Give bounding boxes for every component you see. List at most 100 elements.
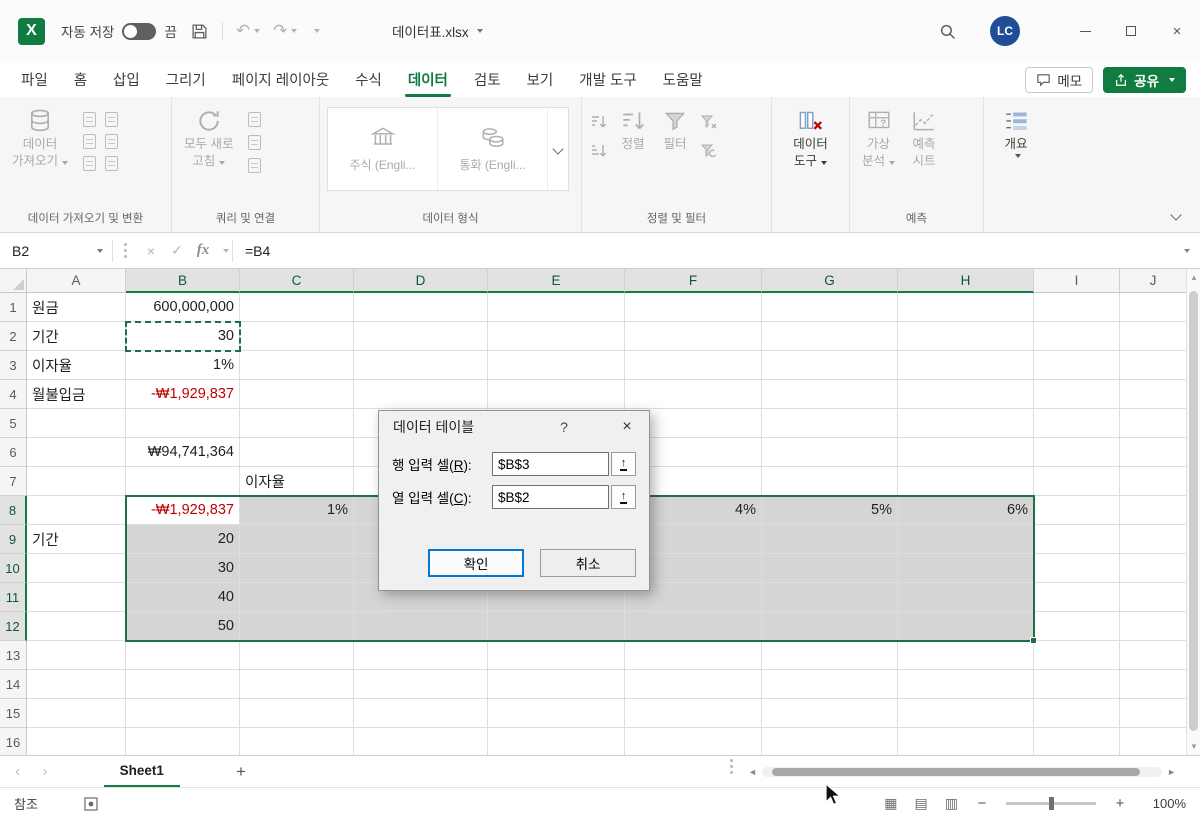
previous-sheet-arrow[interactable]: ‹ [15, 763, 20, 781]
cell-g8[interactable]: 5% [762, 496, 898, 525]
cell-d12[interactable] [354, 612, 488, 641]
cell-h16[interactable] [898, 728, 1034, 755]
sheet-tab-sheet1[interactable]: Sheet1 [103, 756, 180, 787]
cell-a8[interactable] [27, 496, 126, 525]
column-header-d[interactable]: D [354, 269, 488, 293]
cell-g15[interactable] [762, 699, 898, 728]
cell-i4[interactable] [1034, 380, 1120, 409]
cell-f1[interactable] [625, 293, 762, 322]
cell-j8[interactable] [1120, 496, 1186, 525]
cell-h14[interactable] [898, 670, 1034, 699]
cell-j3[interactable] [1120, 351, 1186, 380]
cell-a7[interactable] [27, 467, 126, 496]
row-header-10[interactable]: 10 [0, 554, 27, 583]
cell-h7[interactable] [898, 467, 1034, 496]
cell-b11[interactable]: 40 [126, 583, 240, 612]
horizontal-scrollbar[interactable]: ◄ ► [748, 766, 1176, 777]
cell-a5[interactable] [27, 409, 126, 438]
filter-button[interactable]: 필터 [657, 103, 693, 156]
row-header-3[interactable]: 3 [0, 351, 27, 380]
avatar[interactable]: LC [990, 16, 1020, 46]
cell-h11[interactable] [898, 583, 1034, 612]
cell-i6[interactable] [1034, 438, 1120, 467]
dialog-help-button[interactable]: ? [549, 411, 579, 443]
column-header-c[interactable]: C [240, 269, 354, 293]
cell-c16[interactable] [240, 728, 354, 755]
cell-i13[interactable] [1034, 641, 1120, 670]
dialog-close-button[interactable]: × [605, 411, 649, 443]
cell-g12[interactable] [762, 612, 898, 641]
cell-f16[interactable] [625, 728, 762, 755]
ribbon-tab-developer[interactable]: 개발 도구 [566, 62, 649, 97]
cell-a3[interactable]: 이자율 [27, 351, 126, 380]
cell-b3[interactable]: 1% [126, 351, 240, 380]
row-input-cell-field[interactable] [492, 452, 609, 476]
cell-b2[interactable]: 30 [126, 322, 240, 351]
zoom-slider-thumb[interactable] [1049, 797, 1054, 810]
zoom-out-button[interactable]: − [975, 795, 989, 812]
cell-g16[interactable] [762, 728, 898, 755]
row-header-15[interactable]: 15 [0, 699, 27, 728]
cell-a16[interactable] [27, 728, 126, 755]
cell-d1[interactable] [354, 293, 488, 322]
row-header-2[interactable]: 2 [0, 322, 27, 351]
next-sheet-arrow[interactable]: › [42, 763, 47, 781]
cell-c1[interactable] [240, 293, 354, 322]
confirm-entry-button[interactable]: ✓ [164, 233, 190, 268]
cell-f13[interactable] [625, 641, 762, 670]
cell-j12[interactable] [1120, 612, 1186, 641]
cell-g4[interactable] [762, 380, 898, 409]
cell-c7[interactable]: 이자율 [240, 467, 354, 496]
row-header-6[interactable]: 6 [0, 438, 27, 467]
function-dropdown-button[interactable] [216, 233, 232, 268]
page-break-view-icon[interactable]: ▥ [945, 795, 958, 812]
cell-c5[interactable] [240, 409, 354, 438]
cell-j7[interactable] [1120, 467, 1186, 496]
close-button[interactable]: × [1154, 0, 1200, 62]
horizontal-scroll-thumb[interactable] [771, 767, 1140, 776]
redo-button[interactable]: ↷ [273, 21, 298, 41]
cell-a14[interactable] [27, 670, 126, 699]
ok-button[interactable]: 확인 [428, 549, 524, 577]
cell-c13[interactable] [240, 641, 354, 670]
ribbon-tab-page-layout[interactable]: 페이지 레이아웃 [219, 62, 342, 97]
cell-b1[interactable]: 600,000,000 [126, 293, 240, 322]
cancel-entry-button[interactable]: × [138, 233, 164, 268]
from-table-icon[interactable] [79, 131, 99, 151]
fill-handle[interactable] [1030, 637, 1037, 644]
cell-a10[interactable] [27, 554, 126, 583]
cell-i5[interactable] [1034, 409, 1120, 438]
row-header-11[interactable]: 11 [0, 583, 27, 612]
scroll-up-arrow[interactable]: ▲ [1187, 273, 1200, 282]
row-header-8[interactable]: 8 [0, 496, 27, 525]
vertical-scroll-thumb[interactable] [1189, 291, 1198, 731]
cell-f14[interactable] [625, 670, 762, 699]
cell-a13[interactable] [27, 641, 126, 670]
cell-j6[interactable] [1120, 438, 1186, 467]
tab-splitter-handle[interactable] [730, 765, 733, 768]
edit-links-icon[interactable] [244, 155, 264, 175]
row-header-14[interactable]: 14 [0, 670, 27, 699]
cell-d3[interactable] [354, 351, 488, 380]
cell-d16[interactable] [354, 728, 488, 755]
cell-c3[interactable] [240, 351, 354, 380]
cell-i3[interactable] [1034, 351, 1120, 380]
cell-g3[interactable] [762, 351, 898, 380]
cell-i1[interactable] [1034, 293, 1120, 322]
sort-ascending-icon[interactable] [589, 112, 609, 132]
cell-c14[interactable] [240, 670, 354, 699]
cell-e1[interactable] [488, 293, 625, 322]
row-header-4[interactable]: 4 [0, 380, 27, 409]
outline-button[interactable]: 개요 [998, 103, 1035, 162]
cell-b5[interactable] [126, 409, 240, 438]
column-header-i[interactable]: I [1034, 269, 1120, 293]
ribbon-tab-formulas[interactable]: 수식 [342, 62, 395, 97]
cell-d2[interactable] [354, 322, 488, 351]
cell-b8[interactable]: -₩1,929,837 [126, 496, 240, 525]
scroll-left-arrow[interactable]: ◄ [748, 767, 757, 777]
cell-d4[interactable] [354, 380, 488, 409]
cell-j13[interactable] [1120, 641, 1186, 670]
cell-i8[interactable] [1034, 496, 1120, 525]
cell-j2[interactable] [1120, 322, 1186, 351]
cell-b15[interactable] [126, 699, 240, 728]
